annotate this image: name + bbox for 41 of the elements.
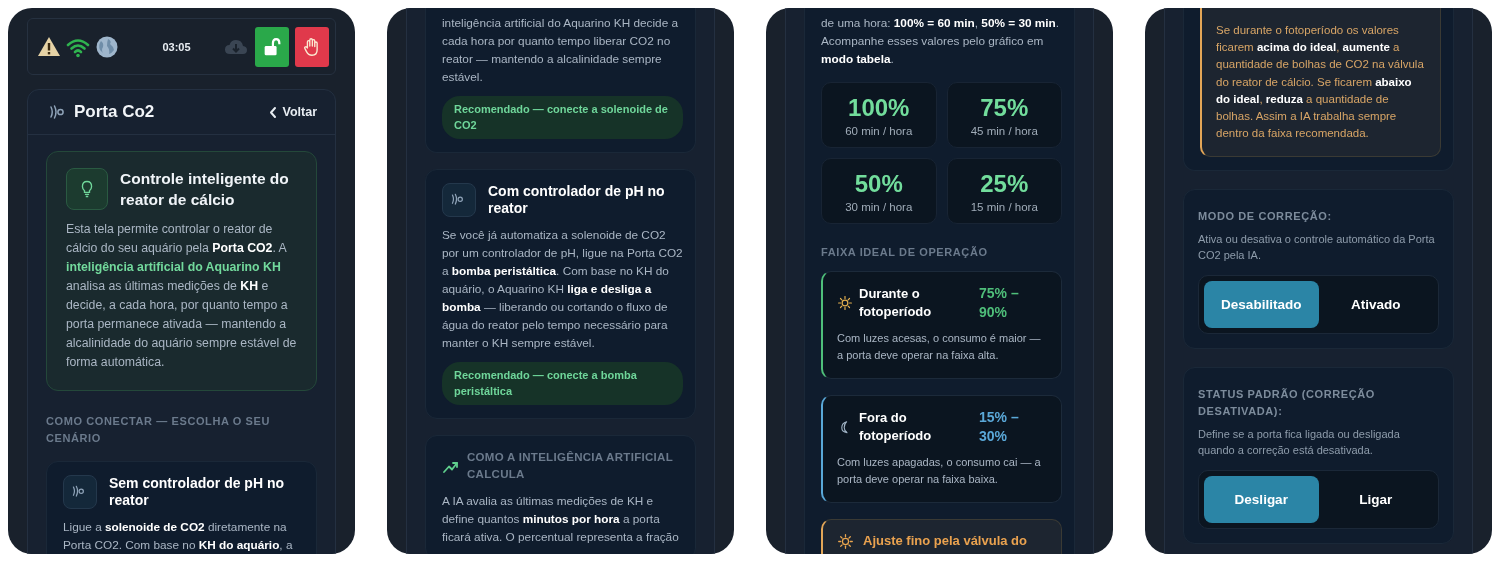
card-title: Controle inteligente do reator de cálcio (120, 169, 290, 210)
screen-title: Porta Co2 (74, 102, 156, 122)
stat-value: 25% (980, 169, 1029, 198)
description-text: Com luzes apagadas, o consumo cai — a porta deve operar na faixa baixa. (837, 455, 1042, 487)
recommendation-badge: Recomendado — conecte a bomba peristáltica (442, 362, 683, 405)
setting-label: STATUS PADRÃO (CORREÇÃO DESATIVADA): (1198, 387, 1376, 420)
back-button[interactable]: Voltar (267, 105, 317, 119)
stat-caption: 60 min / hora (845, 124, 913, 137)
setting-description: Define se a porta fica ligada ou desligada quando a correção está desativada. (1198, 427, 1401, 459)
stat-value: 50% (854, 169, 903, 198)
range-value: 75% – 90% (979, 284, 1020, 322)
toggle-option[interactable]: Ligar (1318, 476, 1433, 524)
card-title: Com controlador de pH no reator (488, 183, 666, 217)
stat-caption: 15 min / hora (970, 200, 1038, 213)
toggle-option[interactable]: Ativado (1318, 281, 1433, 329)
description-text: Com luzes acesas, o consumo é maior — a porta deve operar na faixa alta. (837, 331, 1042, 363)
description-text: inteligência artificial do Aquarino KH decide a cada hora por quanto tempo liberar CO2 no reator — mantendo a alcalinidade sempre estável. (442, 15, 680, 86)
toggle-option[interactable]: Desabilitado (1204, 281, 1319, 329)
stat-value: 75% (980, 93, 1029, 122)
setting-description: Ativa ou desativa o controle automático da Porta CO2 pela IA. (1198, 232, 1436, 264)
toggle-option[interactable]: Desligar (1204, 476, 1319, 524)
range-title: Fora do fotoperíodo (859, 409, 933, 445)
recommendation-badge: Recomendado — conecte a solenoide de CO2 (442, 96, 683, 139)
range-title: Durante o fotoperíodo (859, 285, 933, 321)
stat-caption: 30 min / hora (845, 200, 913, 213)
description-text: Esta tela permite controlar o reator de cálcio do seu aquário pela Porta CO2. A inteligência artificial do Aquarino KH analisa as últimas medições de KH e decide, a cada hora, por quanto tempo a porta permanece ativada — mantendo a alcalinidade do aquário sempre estável de forma automática. (66, 221, 298, 371)
tip-title: Ajuste fino pela válvula do (863, 532, 1027, 550)
description-text: A IA avalia as últimas medições de KH e define quantos minutos por hora a porta ficará ativa. O percentual representa a fração (442, 493, 680, 546)
description-text: de uma hora: 100% = 60 min, 50% = 30 min. Acompanhe esses valores pelo gráfico em modo tabela. (821, 15, 1061, 68)
description-text: Se você já automatiza a solenoide de CO2 por um controlador de pH, ligue na Porta CO2 a bomba peristáltica. Com base no KH do aquário, o Aquarino KH liga e desliga a bomba — liberando ou cortando o fluxo de água do reator pelo tempo necessário para manter o KH sempre estável. (442, 227, 683, 352)
card-heading: COMO A INTELIGÊNCIA ARTIFICIAL CALCULA (467, 450, 674, 482)
clock-time: 03:05 (161, 40, 192, 53)
stat-caption: 45 min / hora (970, 124, 1038, 137)
stat-value: 100% (848, 93, 910, 122)
card-title: Sem controlador de pH no reator (109, 475, 285, 509)
range-value: 15% – 30% (979, 408, 1020, 446)
setting-label: MODO DE CORREÇÃO: (1198, 209, 1333, 225)
section-label: FAIXA IDEAL DE OPERAÇÃO (821, 245, 989, 260)
description-text: Ligue a solenoide de CO2 diretamente na Porta CO2. Com base no KH do aquário, a (63, 519, 294, 554)
description-text: Se durante o fotoperíodo os valores ficarem acima do ideal, aumente a quantidade de bolhas de CO2 na válvula do reator de cálcio. Se ficarem abaixo do ideal, reduza a quantidade de bolhas. Assim a IA trabalha sempre dentro da faixa recomendada. (1216, 23, 1425, 142)
section-label: COMO CONECTAR — ESCOLHA O SEU CENÁRIO (46, 414, 271, 446)
